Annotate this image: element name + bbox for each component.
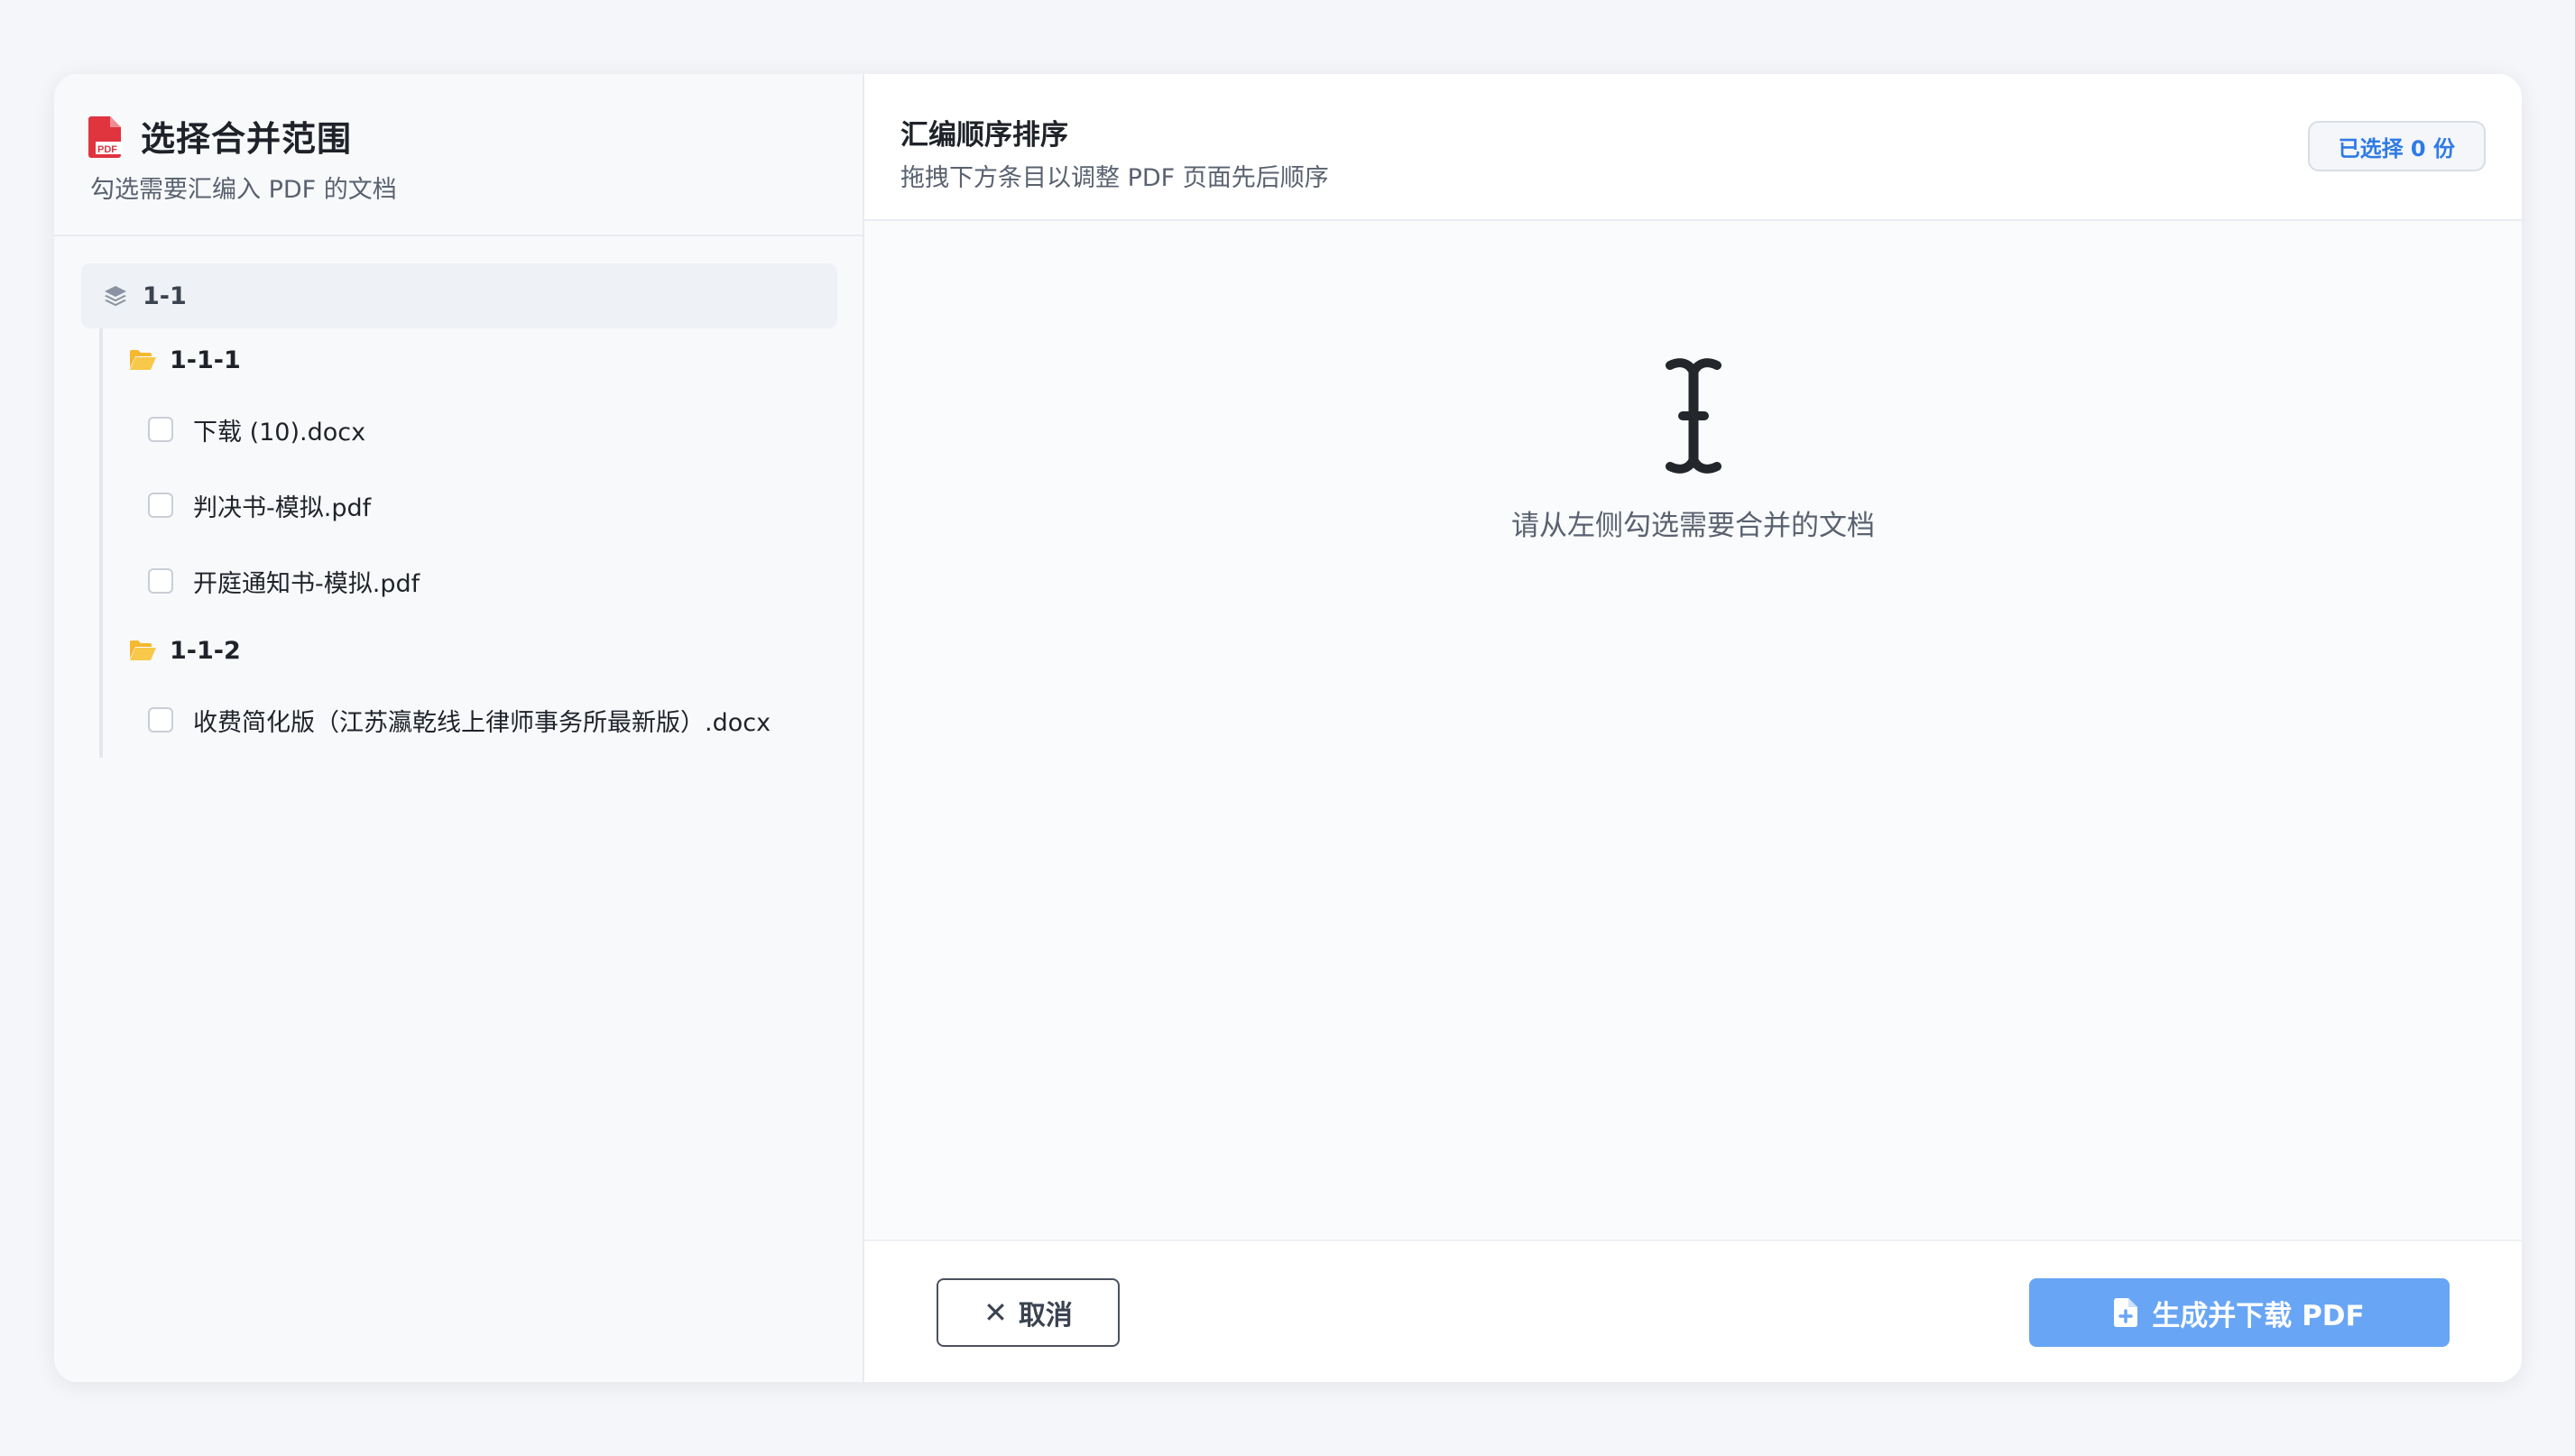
merge-scope-header: PDF 选择合并范围 勾选需要汇编入 PDF 的文档 [54, 74, 863, 236]
merge-scope-subtitle: 勾选需要汇编入 PDF 的文档 [90, 176, 397, 204]
merge-dialog: PDF 选择合并范围 勾选需要汇编入 PDF 的文档 1-1 1-1-1 下载 … [54, 74, 2522, 1382]
cancel-button[interactable]: ✕ 取消 [937, 1278, 1120, 1347]
empty-state-text: 请从左侧勾选需要合并的文档 [1511, 510, 1875, 542]
merge-order-subtitle: 拖拽下方条目以调整 PDF 页面先后顺序 [900, 164, 1329, 192]
file-name: 判决书-模拟.pdf [193, 493, 372, 522]
merge-order-title: 汇编顺序排序 [900, 119, 1068, 152]
close-icon: ✕ [983, 1295, 1008, 1330]
generate-download-pdf-button[interactable]: 生成并下载 PDF [2029, 1278, 2450, 1347]
merge-order-header: 汇编顺序排序 拖拽下方条目以调整 PDF 页面先后顺序 已选择 0 份 [864, 74, 2522, 221]
text-cursor-icon [1665, 358, 1721, 474]
merge-scope-panel: PDF 选择合并范围 勾选需要汇编入 PDF 的文档 1-1 1-1-1 下载 … [54, 74, 864, 1382]
dialog-footer: ✕ 取消 生成并下载 PDF [864, 1239, 2522, 1382]
sortable-list-area: 请从左侧勾选需要合并的文档 [864, 221, 2522, 1239]
file-checkbox[interactable] [148, 417, 173, 442]
file-checkbox[interactable] [148, 493, 173, 518]
file-name: 收费简化版（江苏瀛乾线上律师事务所最新版）.docx [193, 708, 771, 737]
svg-text:PDF: PDF [97, 144, 117, 155]
folder-open-icon [130, 640, 156, 660]
file-item[interactable]: 收费简化版（江苏瀛乾线上律师事务所最新版）.docx [128, 682, 828, 758]
file-item[interactable]: 开庭通知书-模拟.pdf [128, 543, 828, 619]
folder-label: 1-1-2 [170, 636, 241, 665]
layers-icon [105, 286, 126, 307]
selected-count-badge: 已选择 0 份 [2307, 121, 2486, 171]
file-item[interactable]: 判决书-模拟.pdf [128, 467, 828, 543]
pdf-file-icon: PDF [88, 116, 123, 158]
file-name: 开庭通知书-模拟.pdf [193, 569, 420, 598]
merge-scope-title: 选择合并范围 [141, 118, 353, 159]
document-tree: 1-1 1-1-1 下载 (10).docx 判决书-模拟.pdf 开庭通知书-… [54, 236, 863, 758]
file-item[interactable]: 下载 (10).docx [128, 392, 828, 467]
folder-open-icon [130, 350, 156, 370]
file-plus-icon [2114, 1298, 2138, 1327]
folder-row[interactable]: 1-1-1 [128, 328, 828, 392]
file-checkbox[interactable] [148, 568, 173, 594]
folder-node-2: 1-1-2 收费简化版（江苏瀛乾线上律师事务所最新版）.docx [99, 619, 828, 758]
folder-label: 1-1-1 [170, 346, 241, 374]
generate-label: 生成并下载 PDF [2152, 1299, 2365, 1332]
empty-state: 请从左侧勾选需要合并的文档 [864, 356, 2522, 543]
file-checkbox[interactable] [148, 707, 173, 733]
folder-row[interactable]: 1-1-2 [128, 619, 828, 682]
cancel-label: 取消 [1018, 1300, 1073, 1332]
tree-root-label: 1-1 [143, 281, 187, 310]
folder-node-1: 1-1-1 下载 (10).docx 判决书-模拟.pdf 开庭通知书-模拟.p… [99, 328, 828, 619]
merge-order-panel: 汇编顺序排序 拖拽下方条目以调整 PDF 页面先后顺序 已选择 0 份 请从左侧… [864, 74, 2522, 1382]
tree-root-node[interactable]: 1-1 [81, 263, 837, 328]
file-name: 下载 (10).docx [193, 418, 366, 447]
